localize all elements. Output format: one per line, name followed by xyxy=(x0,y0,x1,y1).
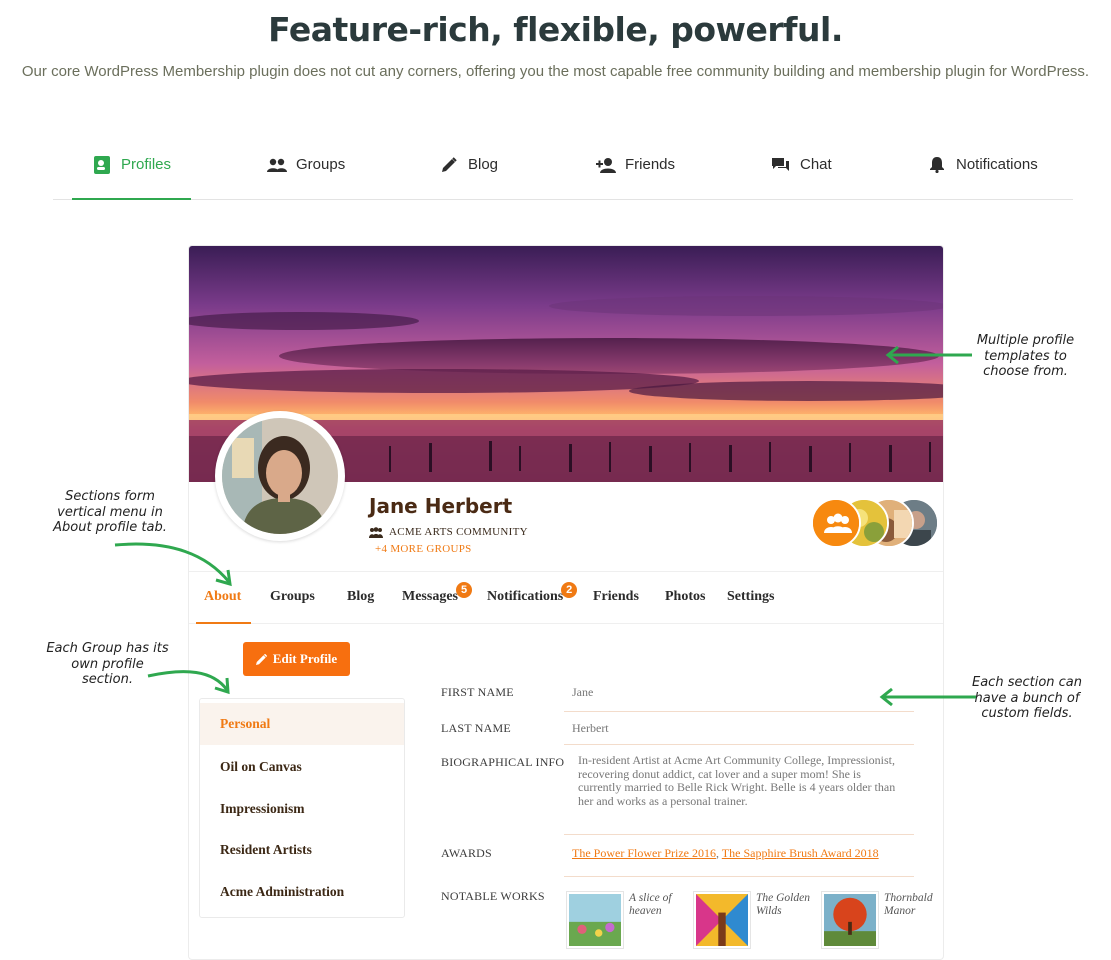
field-divider xyxy=(564,711,914,712)
avatar-image xyxy=(222,418,338,534)
profile-tab-notifications-label: Notifications xyxy=(487,589,564,604)
bell-icon xyxy=(927,155,947,175)
profile-tab-notifications[interactable]: Notifications 2 xyxy=(487,582,578,605)
last-name-value: Herbert xyxy=(572,721,609,735)
arrow-icon xyxy=(885,345,972,365)
profile-tab-friends[interactable]: Friends xyxy=(593,589,639,605)
artwork-title: A slice of heaven xyxy=(629,892,672,917)
users-icon xyxy=(267,155,287,175)
add-user-icon xyxy=(596,155,616,175)
tab-blog[interactable]: Blog xyxy=(439,130,498,199)
artwork-thumbnail xyxy=(567,892,623,948)
first-name-value: Jane xyxy=(572,685,594,699)
notable-work[interactable]: The Golden Wilds xyxy=(694,892,814,948)
award-link[interactable]: The Sapphire Brush Award 2018 xyxy=(722,846,879,860)
awards-value: The Power Flower Prize 2016, The Sapphir… xyxy=(572,846,879,861)
group-icon xyxy=(369,526,383,538)
profile-tab-groups[interactable]: Groups xyxy=(270,589,315,605)
tab-friends[interactable]: Friends xyxy=(596,130,675,199)
tab-chat[interactable]: Chat xyxy=(771,130,832,199)
artwork-thumbnail xyxy=(822,892,878,948)
chat-icon xyxy=(771,155,791,175)
tab-blog-label: Blog xyxy=(468,156,499,173)
profile-card: Jane Herbert ACME ARTS COMMUNITY +4 MORE… xyxy=(188,245,944,960)
edit-profile-button[interactable]: Edit Profile xyxy=(243,642,350,676)
arrow-icon xyxy=(114,542,232,587)
more-groups-link[interactable]: +4 MORE GROUPS xyxy=(375,543,472,555)
notable-work[interactable]: A slice of heaven xyxy=(567,892,687,948)
profile-name: Jane Herbert xyxy=(369,494,513,518)
section-resident-artists[interactable]: Resident Artists xyxy=(200,829,404,871)
last-name-label: LAST NAME xyxy=(441,721,511,735)
pencil-icon xyxy=(439,155,459,175)
profile-tab-bar: About Groups Blog Messages 5 Notificatio… xyxy=(189,571,943,624)
edit-profile-label: Edit Profile xyxy=(272,651,338,666)
arrow-icon xyxy=(879,687,976,707)
profile-group[interactable]: ACME ARTS COMMUNITY xyxy=(369,526,528,538)
awards-label: AWARDS xyxy=(441,846,492,860)
section-menu: Personal Oil on Canvas Impressionism Res… xyxy=(199,698,405,918)
section-acme-administration[interactable]: Acme Administration xyxy=(200,871,404,913)
artwork-title: The Golden Wilds xyxy=(756,892,810,917)
profile-group-label: ACME ARTS COMMUNITY xyxy=(389,526,528,538)
group-bubble-main[interactable] xyxy=(811,498,861,548)
annotation-custom-fields: Each section can have a bunch of custom … xyxy=(972,675,1083,721)
messages-count-badge: 5 xyxy=(456,582,472,598)
avatar[interactable] xyxy=(215,411,345,541)
page-subheadline: Our core WordPress Membership plugin doe… xyxy=(21,63,1090,80)
award-separator: , xyxy=(715,846,719,860)
notable-works-label: NOTABLE WORKS xyxy=(441,889,545,903)
profile-tab-about[interactable]: About xyxy=(204,589,241,605)
profile-tab-photos[interactable]: Photos xyxy=(665,589,705,605)
notifications-count-badge: 2 xyxy=(561,582,578,598)
section-impressionism[interactable]: Impressionism xyxy=(200,788,404,830)
annotation-templates: Multiple profile templates to choose fro… xyxy=(976,333,1075,379)
field-divider xyxy=(564,834,914,835)
arrow-icon xyxy=(147,670,230,695)
tab-friends-label: Friends xyxy=(625,156,676,173)
notable-work[interactable]: Thornbald Manor xyxy=(822,892,942,948)
artwork-title: Thornbald Manor xyxy=(884,892,933,917)
tab-notifications[interactable]: Notifications xyxy=(927,130,1038,199)
tab-profiles-label: Profiles xyxy=(121,156,172,173)
tab-groups[interactable]: Groups xyxy=(267,130,345,199)
group-bubbles xyxy=(811,498,941,550)
artwork-thumbnail xyxy=(694,892,750,948)
bio-value: In-resident Artist at Acme Art Community… xyxy=(578,753,896,808)
tab-profiles[interactable]: Profiles xyxy=(71,130,192,200)
field-divider xyxy=(564,876,914,877)
annotation-sections-menu: Sections form vertical menu in About pro… xyxy=(53,489,167,535)
profile-tab-messages-label: Messages xyxy=(402,589,458,604)
bio-label: BIOGRAPHICAL INFO xyxy=(441,755,565,769)
page-headline: Feature-rich, flexible, powerful. xyxy=(268,10,843,49)
feature-tab-bar: Profiles Groups Blog Friends Chat Notifi… xyxy=(53,130,1073,200)
field-divider xyxy=(564,744,914,745)
active-tab-underline xyxy=(196,622,251,624)
first-name-label: FIRST NAME xyxy=(441,685,514,699)
pencil-icon xyxy=(255,653,267,665)
profile-tab-settings[interactable]: Settings xyxy=(727,589,774,605)
profile-card-icon xyxy=(92,155,112,175)
section-personal[interactable]: Personal xyxy=(200,703,404,745)
award-link[interactable]: The Power Flower Prize 2016 xyxy=(572,846,716,860)
profile-tab-messages[interactable]: Messages 5 xyxy=(402,582,472,605)
tab-notifications-label: Notifications xyxy=(956,156,1038,173)
tab-chat-label: Chat xyxy=(800,156,832,173)
profile-tab-blog[interactable]: Blog xyxy=(347,589,374,605)
tab-groups-label: Groups xyxy=(296,156,346,173)
section-oil-on-canvas[interactable]: Oil on Canvas xyxy=(200,746,404,788)
